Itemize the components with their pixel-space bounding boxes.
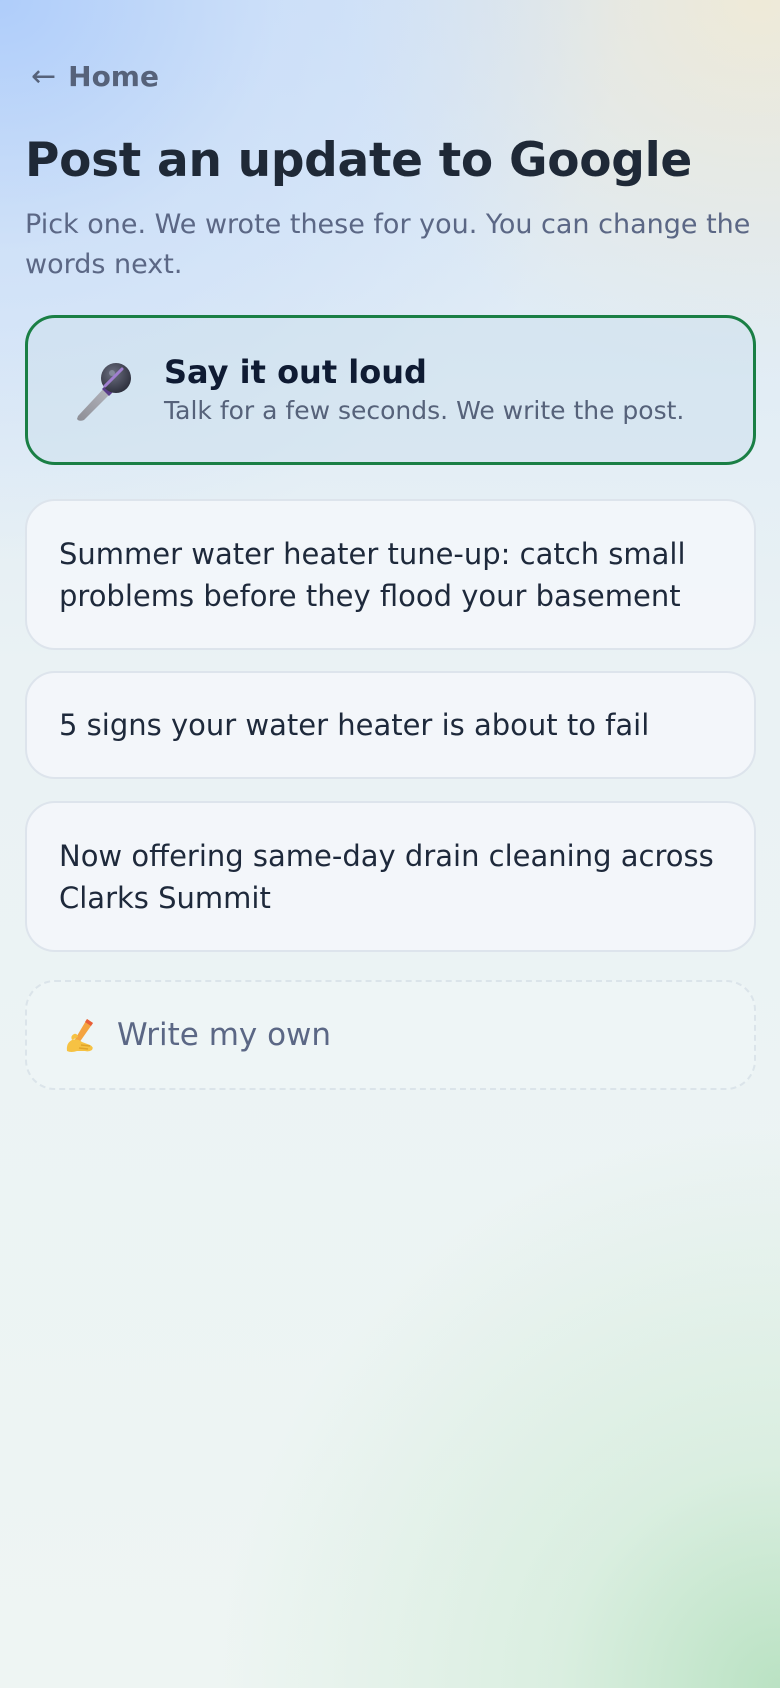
back-link-label: Home bbox=[68, 60, 159, 93]
write-my-own-label: Write my own bbox=[117, 1017, 332, 1053]
suggestion-text: 5 signs your water heater is about to fa… bbox=[59, 708, 650, 742]
back-home-link[interactable]: ← Home bbox=[31, 60, 159, 93]
suggestion-text: Summer water heater tune-up: catch small… bbox=[59, 536, 686, 613]
back-arrow-icon: ← bbox=[31, 58, 57, 94]
voice-option-title: Say it out loud bbox=[164, 353, 427, 391]
say-it-out-loud-button[interactable]: Say it out loud Talk for a few seconds. … bbox=[25, 315, 756, 465]
suggestion-card-3[interactable]: Now offering same-day drain cleaning acr… bbox=[25, 801, 756, 952]
microphone-icon bbox=[77, 363, 131, 421]
page-subtitle: Pick one. We wrote these for you. You ca… bbox=[25, 209, 751, 280]
voice-option-subtitle: Talk for a few seconds. We write the pos… bbox=[164, 396, 685, 425]
suggestion-text: Now offering same-day drain cleaning acr… bbox=[59, 838, 714, 915]
writing-hand-icon bbox=[66, 1019, 93, 1052]
post-update-screen: ← Home Post an update to Google Pick one… bbox=[0, 0, 780, 1688]
suggestion-card-2[interactable]: 5 signs your water heater is about to fa… bbox=[25, 671, 756, 779]
voice-option-text: Say it out loud Talk for a few seconds. … bbox=[164, 352, 684, 428]
page-title: Post an update to Google bbox=[25, 133, 692, 188]
write-my-own-button[interactable]: Write my own bbox=[25, 980, 756, 1090]
suggestion-card-1[interactable]: Summer water heater tune-up: catch small… bbox=[25, 499, 756, 650]
